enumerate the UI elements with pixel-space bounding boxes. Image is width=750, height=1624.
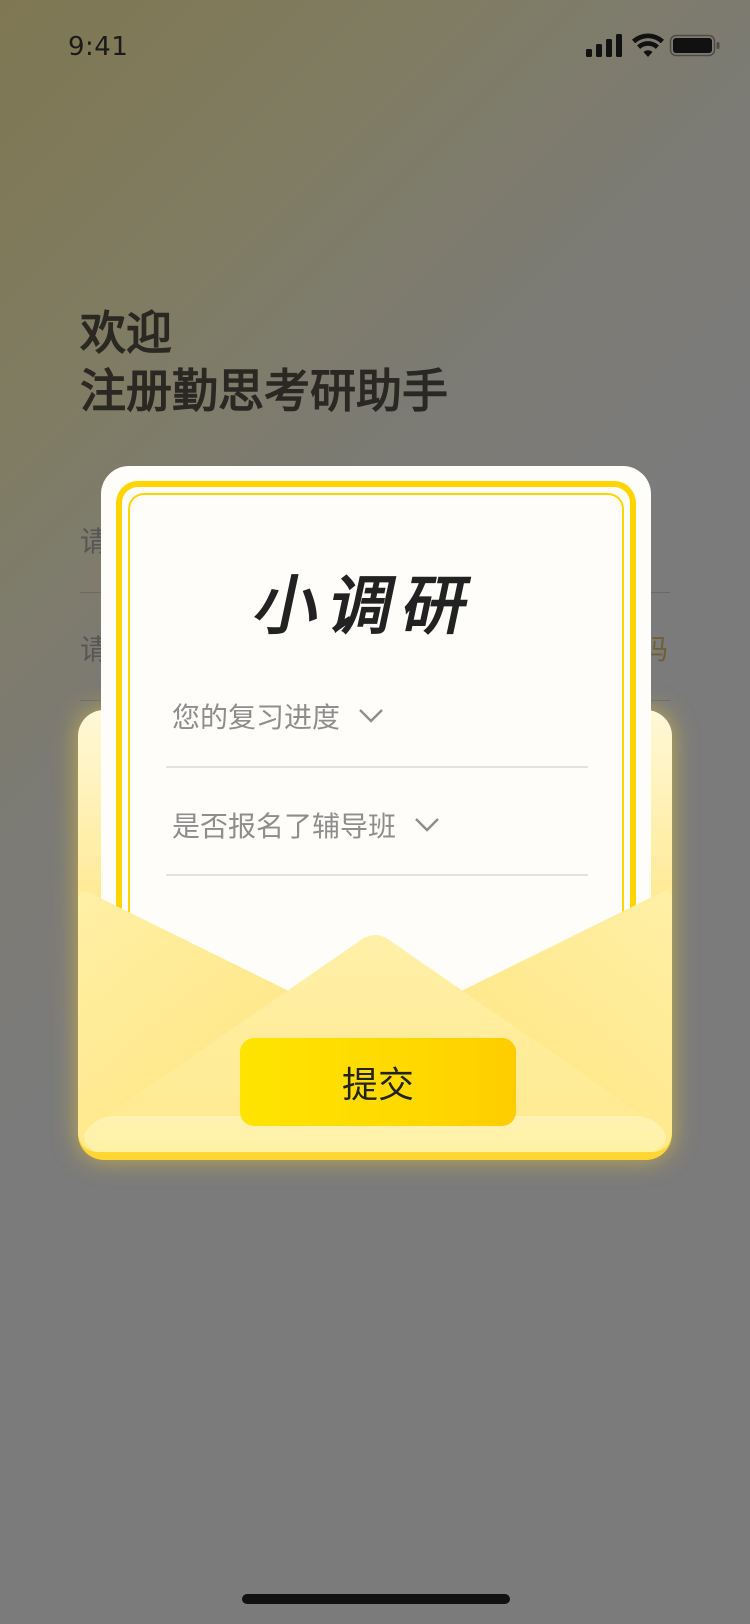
status-icons (586, 30, 722, 60)
wifi-icon (632, 33, 664, 57)
tutoring-class-label: 是否报名了辅导班 (172, 810, 397, 843)
divider (166, 766, 588, 768)
survey-title: 小调研 (247, 570, 486, 644)
review-progress-label: 您的复习进度 (172, 701, 341, 734)
home-indicator (242, 1594, 510, 1604)
chevron-down-icon (359, 709, 383, 723)
welcome-line-1: 欢迎 (80, 306, 172, 360)
chevron-down-icon (415, 818, 439, 832)
screen: 9:41 欢迎 注册勤思考研助手 请 请 码 小调研 您的复习进度 是否报名了辅… (0, 0, 750, 1624)
submit-button[interactable]: 提交 (240, 1038, 516, 1126)
divider (166, 874, 588, 876)
status-time: 9:41 (68, 32, 129, 62)
welcome-line-2: 注册勤思考研助手 (80, 364, 448, 418)
tutoring-class-select[interactable]: 是否报名了辅导班 (172, 805, 440, 845)
battery-icon (669, 34, 720, 57)
review-progress-select[interactable]: 您的复习进度 (172, 696, 384, 736)
signal-icon (586, 34, 622, 57)
welcome-heading: 欢迎 注册勤思考研助手 (80, 304, 448, 420)
